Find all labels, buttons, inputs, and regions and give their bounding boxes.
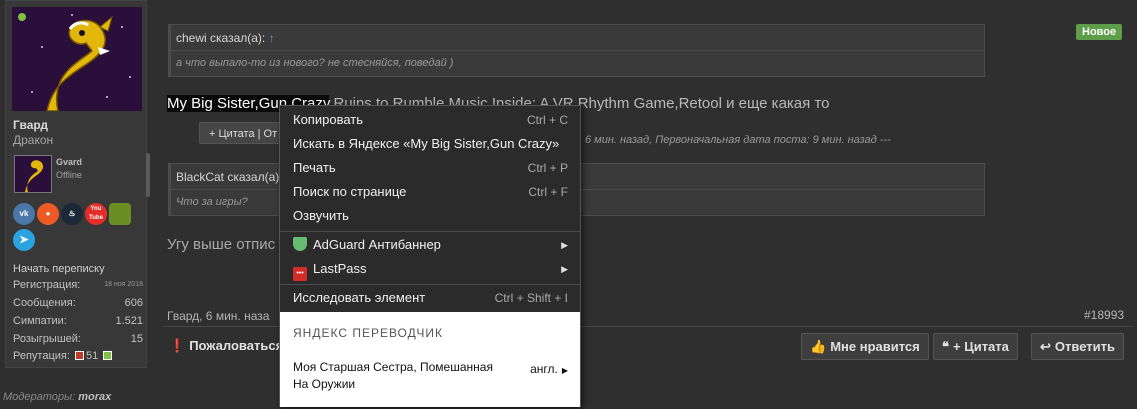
mini-status: Offline (56, 170, 82, 180)
menu-item-label: LastPass (313, 261, 367, 276)
menu-item-print[interactable]: Печать Ctrl + P (280, 156, 580, 180)
vk-icon[interactable]: vk (13, 203, 35, 225)
menu-item-find[interactable]: Поиск по странице Ctrl + F (280, 180, 580, 204)
stat-messages: Сообщения: 606 (13, 297, 143, 309)
menu-item-inspect[interactable]: Исследовать элемент Ctrl + Shift + I (280, 286, 580, 310)
quote-block-1: chewi сказал(а): ↑ а что выпало-то из но… (168, 24, 985, 77)
mini-profile-card: Gvard Offline (12, 153, 150, 199)
mini-avatar[interactable] (14, 155, 52, 193)
quote-label: + Цитата (953, 339, 1009, 354)
stat-value: 15 (130, 333, 143, 345)
menu-item-shortcut: Ctrl + P (527, 161, 568, 175)
menu-item-shortcut: Ctrl + F (528, 185, 568, 199)
context-menu: Копировать Ctrl + C Искать в Яндексе «My… (279, 105, 581, 407)
telegram-icon[interactable]: ➤ (13, 229, 35, 251)
dragon-mini-image (15, 156, 51, 192)
report-label: Пожаловаться (189, 338, 284, 353)
reply-arrow-icon: ↩ (1040, 339, 1051, 354)
user-panel: Гвард Дракон Gvard Offline vk ● ♨ You Tub… (5, 0, 150, 368)
language-label: англ. (530, 362, 558, 376)
user-title: Дракон (13, 133, 54, 147)
adguard-shield-icon (293, 237, 307, 251)
post-meta[interactable]: Гвард, 6 мин. наза (167, 309, 269, 323)
quote-author: BlackCat сказал(а): (176, 170, 283, 184)
stat-value: 18 ноя 2018 (104, 281, 143, 288)
dragon-avatar-image (12, 7, 142, 111)
stat-value: 606 (124, 297, 143, 309)
translator-header: ЯНДЕКС ПЕРЕВОДЧИК (293, 326, 443, 340)
menu-item-label: AdGuard Антибаннер (313, 237, 441, 252)
quote-header[interactable]: chewi сказал(а): ↑ (171, 25, 984, 51)
moderators-label: Модераторы: (3, 391, 76, 403)
arrow-up-icon[interactable]: ↑ (269, 31, 275, 45)
menu-item-label: Искать в Яндексе «My Big Sister,Gun Craz… (293, 136, 560, 151)
menu-item-lastpass[interactable]: ••• LastPass ▶ (280, 257, 580, 281)
report-button[interactable]: ❗ Пожаловаться (163, 333, 291, 360)
post-number[interactable]: #18993 (1084, 308, 1124, 322)
stat-label: Регистрация: (13, 279, 81, 291)
menu-item-label: Печать (293, 160, 336, 175)
mini-username: Gvard (56, 157, 83, 167)
inline-quote-button[interactable]: + Цитата | От (199, 122, 288, 144)
stat-likes: Симпатии: 1.521 (13, 315, 143, 327)
menu-item-shortcut: Ctrl + C (526, 113, 568, 127)
stat-giveaways: Розыгрышей: 15 (13, 333, 143, 345)
avatar[interactable] (12, 7, 142, 111)
thumbs-up-icon: 👍 (810, 339, 827, 354)
quote-icon: ❝ (942, 339, 949, 354)
moderator-link[interactable]: morax (78, 391, 111, 403)
stat-label: Сообщения: (13, 297, 76, 309)
language-selector[interactable]: англ. ▶ (530, 362, 568, 376)
quote-text: а что выпало-то из нового? не стесняйся,… (176, 57, 454, 69)
stat-reputation: Репутация: 51 (13, 350, 143, 362)
menu-item-search-yandex[interactable]: Искать в Яндексе «My Big Sister,Gun Craz… (280, 132, 580, 156)
stat-label: Репутация: (13, 350, 70, 362)
like-label: Мне нравится (830, 339, 920, 354)
quote-author: chewi сказал(а): (176, 31, 266, 45)
exclamation-icon: ❗ (169, 338, 186, 353)
lastpass-icon: ••• (293, 267, 307, 281)
menu-item-label: Озвучить (293, 208, 349, 223)
online-indicator (18, 13, 26, 21)
menu-item-label: Копировать (293, 112, 363, 127)
youtube-icon[interactable]: You Tube (85, 203, 107, 225)
reputation-plus-icon[interactable] (103, 351, 113, 360)
stat-value: 51 (86, 350, 99, 362)
steam-icon[interactable]: ♨ (61, 203, 83, 225)
menu-item-shortcut: Ctrl + Shift + I (494, 291, 568, 305)
minecraft-icon[interactable] (109, 203, 131, 225)
moderators-line: Модераторы: morax (3, 391, 111, 403)
reply-button[interactable]: ↩ Ответить (1031, 333, 1124, 360)
yandex-translator-panel: ЯНДЕКС ПЕРЕВОДЧИК Моя Старшая Сестра, По… (280, 312, 580, 407)
menu-separator (280, 231, 580, 232)
stat-registration: Регистрация: 18 ноя 2018 (13, 279, 143, 291)
mini-scrollbar[interactable] (146, 153, 150, 197)
reply-text: Угу выше отпис (167, 236, 276, 253)
start-conversation-link[interactable]: Начать переписку (13, 263, 105, 275)
triangle-right-icon: ▶ (561, 366, 568, 375)
stat-label: Розыгрышей: (13, 333, 81, 345)
menu-item-speak[interactable]: Озвучить (280, 204, 580, 228)
stat-value: 1.521 (115, 315, 143, 327)
reputation-minus-icon[interactable] (75, 351, 84, 360)
edited-note: 6 мин. назад, Первоначальная дата поста:… (585, 134, 891, 146)
quote-button[interactable]: ❝ + Цитата (933, 333, 1018, 360)
translation-text[interactable]: Моя Старшая Сестра, Помешанная На Оружии (293, 359, 493, 393)
submenu-arrow-icon: ▶ (561, 264, 568, 274)
reply-label: Ответить (1054, 339, 1115, 354)
menu-item-adguard[interactable]: AdGuard Антибаннер ▶ (280, 233, 580, 257)
like-button[interactable]: 👍 Мне нравится (801, 333, 929, 360)
ok-icon[interactable]: ● (37, 203, 59, 225)
stat-label: Симпатии: (13, 315, 67, 327)
menu-separator (280, 284, 580, 285)
menu-item-label: Поиск по странице (293, 184, 407, 199)
menu-item-copy[interactable]: Копировать Ctrl + C (280, 108, 580, 132)
username[interactable]: Гвард (13, 118, 48, 132)
new-badge: Новое (1076, 24, 1123, 40)
submenu-arrow-icon: ▶ (561, 240, 568, 250)
menu-item-label: Исследовать элемент (293, 290, 426, 305)
